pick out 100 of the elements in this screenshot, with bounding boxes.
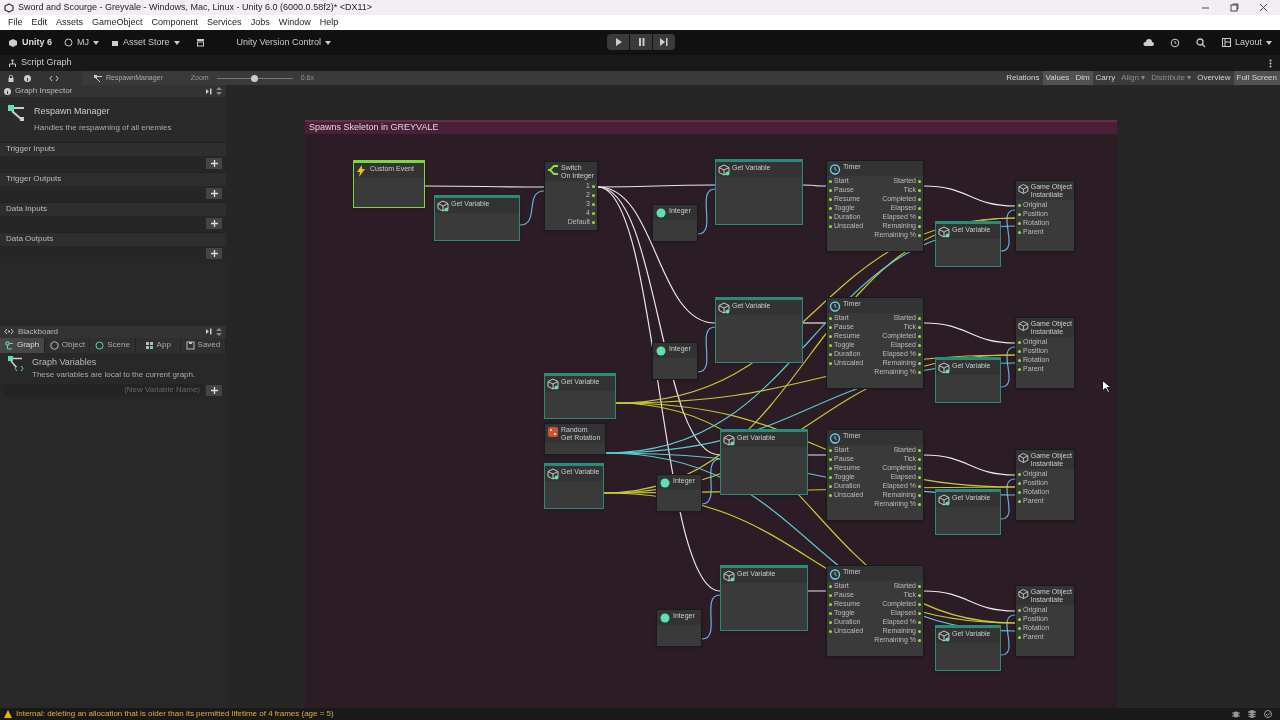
- port-icon: [1018, 482, 1021, 485]
- port-icon: [918, 189, 921, 192]
- pause-button[interactable]: [630, 34, 652, 50]
- pause-icon: [637, 38, 645, 46]
- check-icon[interactable]: [1264, 710, 1272, 718]
- history-icon[interactable]: [1169, 37, 1180, 48]
- zoom-slider[interactable]: [216, 74, 293, 82]
- layout-dropdown[interactable]: Layout: [1221, 35, 1272, 50]
- circle-icon: [655, 345, 667, 357]
- slider-thumb[interactable]: [251, 74, 259, 82]
- port-icon: [1018, 213, 1021, 216]
- menu-item[interactable]: File: [8, 15, 23, 30]
- port-icon: [829, 594, 832, 597]
- step-button[interactable]: [653, 34, 675, 50]
- cube-icon: [547, 468, 559, 480]
- variables-icon[interactable]: [49, 74, 59, 82]
- port-icon: [829, 326, 832, 329]
- port-icon: [829, 630, 832, 633]
- play-button[interactable]: [607, 34, 629, 50]
- bag-icon: [111, 38, 119, 47]
- circle-icon: [659, 477, 671, 489]
- close-icon[interactable]: [1259, 3, 1268, 12]
- dock-icon[interactable]: [206, 328, 212, 335]
- lightning-icon: [356, 165, 368, 177]
- menu-item[interactable]: Edit: [31, 15, 48, 30]
- port-icon: [1018, 222, 1021, 225]
- unity-logo-icon: [4, 2, 14, 13]
- alarm-clock-icon: [829, 163, 841, 175]
- collapse-icon[interactable]: [216, 327, 222, 336]
- port-icon: [829, 344, 832, 347]
- port-icon: [918, 503, 921, 506]
- port-icon: [829, 494, 832, 497]
- section-heading: Graph Variables: [32, 355, 98, 369]
- graph-node-icon: [94, 74, 102, 82]
- port-icon: [1018, 618, 1021, 621]
- port-icon: [918, 180, 921, 183]
- toggle-button[interactable]: Values: [1042, 71, 1073, 85]
- port-icon: [829, 180, 832, 183]
- toggle-button[interactable]: Full Screen: [1233, 71, 1280, 85]
- port-icon: [1018, 204, 1021, 207]
- menu-item[interactable]: Window: [278, 15, 311, 30]
- port-icon: [829, 612, 832, 615]
- port-icon: [918, 371, 921, 374]
- bug-icon[interactable]: [1232, 710, 1240, 718]
- add-button[interactable]: [206, 188, 222, 199]
- menu-item[interactable]: Services: [207, 15, 242, 30]
- menu-item[interactable]: Help: [319, 15, 339, 30]
- port-icon: [918, 458, 921, 461]
- port-icon: [592, 185, 595, 188]
- menu-item[interactable]: Component: [151, 15, 199, 30]
- port-icon: [918, 335, 921, 338]
- port-icon: [1018, 491, 1021, 494]
- port-icon: [829, 458, 832, 461]
- port-icon: [829, 335, 832, 338]
- plus-icon: [210, 386, 218, 394]
- cube-icon: [938, 226, 950, 238]
- menu-item[interactable]: GameObject: [92, 15, 143, 30]
- add-button[interactable]: [206, 248, 222, 259]
- asset-store-dropdown[interactable]: Asset Store: [111, 35, 180, 50]
- graph-variables-icon: [8, 355, 24, 372]
- unity-logo-icon: [8, 37, 18, 48]
- cursor-icon: [1102, 380, 1111, 393]
- lock-icon[interactable]: [8, 74, 14, 82]
- port-icon: [918, 317, 921, 320]
- status-message[interactable]: Internal: deleting an allocation that is older than its permitted lifetime of 4 frames (age = 5): [16, 708, 334, 720]
- layers-icon[interactable]: [1248, 710, 1256, 718]
- port-icon: [918, 198, 921, 201]
- port-icon: [829, 317, 832, 320]
- step-icon: [660, 38, 668, 46]
- cloud-icon[interactable]: [1142, 38, 1154, 47]
- info-icon[interactable]: [24, 74, 31, 82]
- port-icon: [1018, 627, 1021, 630]
- menu-item[interactable]: Assets: [56, 15, 84, 30]
- group-title[interactable]: Spawns Skeleton in GREYVALE: [309, 121, 439, 135]
- more-icon[interactable]: [1269, 58, 1272, 68]
- editor-tab[interactable]: Script Graph: [21, 56, 72, 70]
- restore-icon[interactable]: [1230, 3, 1239, 12]
- add-button[interactable]: [206, 218, 222, 229]
- add-button[interactable]: [206, 158, 222, 169]
- product-label[interactable]: Unity 6: [22, 35, 52, 50]
- warning-icon: [4, 710, 12, 718]
- port-icon: [1018, 609, 1021, 612]
- circle-icon: [659, 612, 671, 624]
- port-icon: [829, 198, 832, 201]
- dock-icon[interactable]: [206, 87, 212, 95]
- collapse-icon[interactable]: [216, 87, 222, 95]
- user-icon: [64, 38, 73, 47]
- search-icon[interactable]: [1195, 37, 1206, 48]
- port-icon: [918, 639, 921, 642]
- menu-item[interactable]: Jobs: [250, 15, 270, 30]
- archive-icon[interactable]: [195, 38, 205, 47]
- cube-icon: [938, 630, 950, 642]
- version-control-dropdown[interactable]: Unity Version Control: [236, 35, 332, 50]
- toggle-button[interactable]: Dim: [1072, 71, 1093, 85]
- port-icon: [918, 344, 921, 347]
- variables-icon: [4, 328, 14, 335]
- section-title: Data Inputs: [6, 203, 47, 215]
- port-icon: [918, 630, 921, 633]
- add-variable-button[interactable]: [206, 384, 222, 396]
- account-dropdown[interactable]: MJ: [64, 35, 99, 50]
